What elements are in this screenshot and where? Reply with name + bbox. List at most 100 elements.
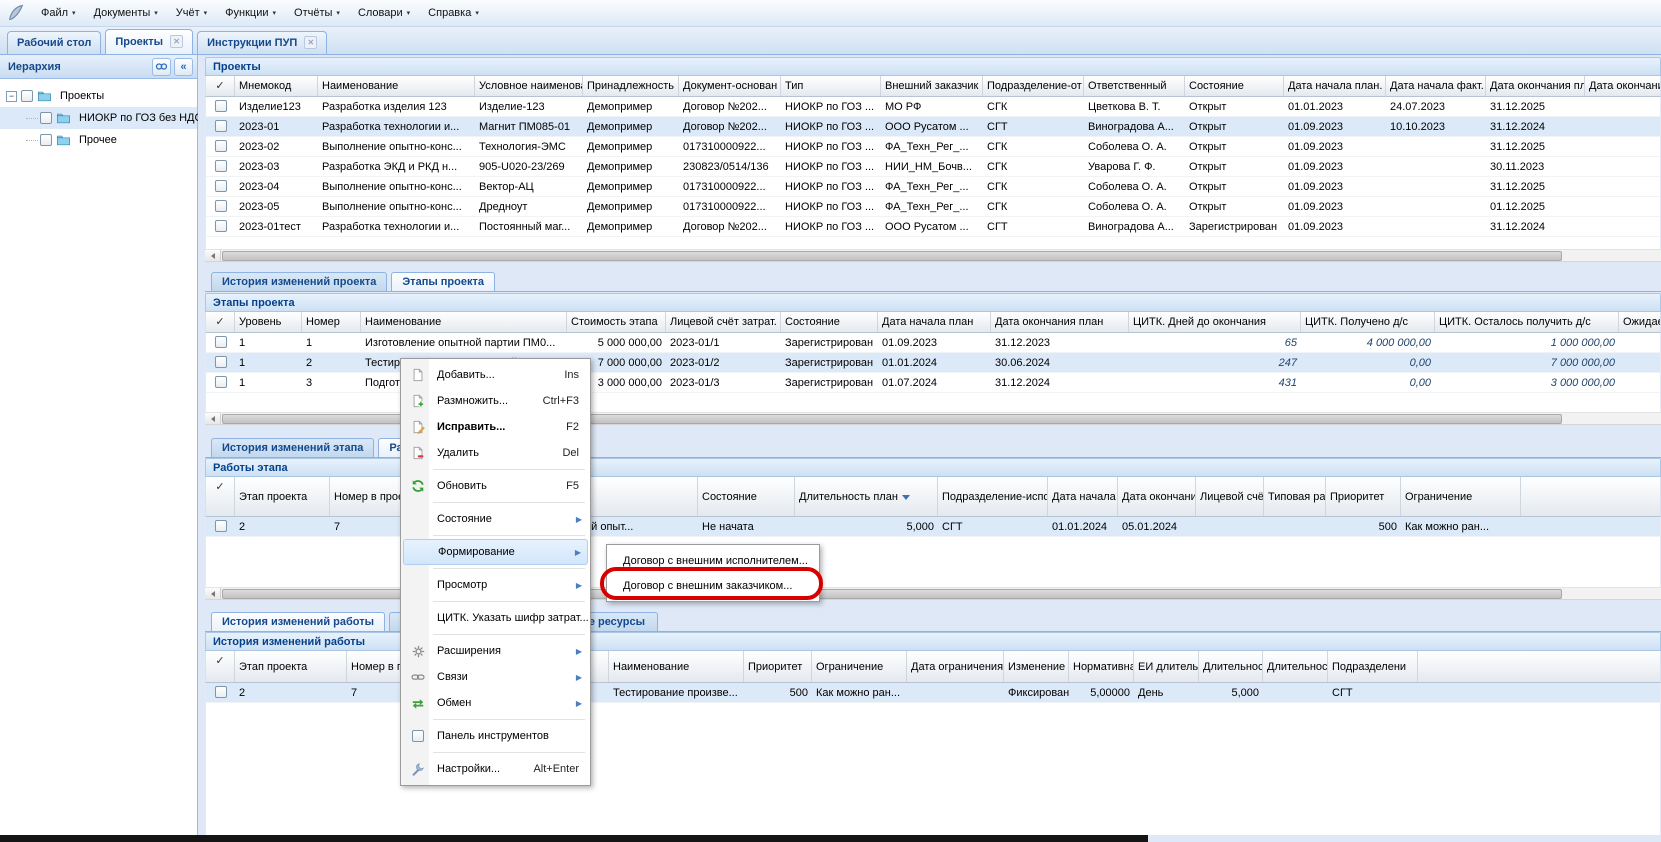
column-header[interactable]: Номер	[302, 312, 361, 332]
column-header[interactable]: Ограничение	[1401, 477, 1521, 516]
row-checkbox[interactable]	[215, 376, 227, 388]
row-checkbox[interactable]	[215, 336, 227, 348]
context-menu-item[interactable]: Состояние▶	[403, 506, 588, 532]
column-header[interactable]: Дата ограничения	[907, 651, 1004, 682]
column-header[interactable]: Приоритет	[1326, 477, 1401, 516]
menubar-item[interactable]: Учёт▾	[167, 3, 216, 23]
context-menu-item[interactable]: Исправить...F2	[403, 414, 588, 440]
close-icon[interactable]: ✕	[170, 35, 183, 48]
row-checkbox[interactable]	[215, 356, 227, 368]
column-header[interactable]: Этап проекта	[235, 477, 330, 516]
column-header[interactable]: Лицевой счёт затр	[1196, 477, 1264, 516]
column-header[interactable]: Состояние	[781, 312, 878, 332]
row-checkbox[interactable]	[215, 160, 227, 172]
context-menu-item[interactable]: Панель инструментов	[403, 723, 588, 749]
tree-item[interactable]: Прочее	[0, 129, 197, 151]
table-row[interactable]: 2023-03Разработка ЭКД и РКД н...905-U020…	[206, 157, 1660, 177]
column-header[interactable]: ЕИ длительности	[1134, 651, 1199, 682]
column-header[interactable]: Дата начала факт.	[1386, 76, 1486, 96]
search-icon[interactable]	[152, 58, 171, 76]
row-checkbox[interactable]	[215, 140, 227, 152]
context-menu-item[interactable]: ЦИТК. Указать шифр затрат...	[403, 605, 588, 631]
table-row[interactable]: 2023-02Выполнение опытно-конс...Технолог…	[206, 137, 1660, 157]
column-header[interactable]: ЦИТК. Осталось получить д/с	[1435, 312, 1619, 332]
column-header[interactable]: Состояние	[698, 477, 795, 516]
column-header[interactable]: Дата окончания план	[991, 312, 1129, 332]
column-header[interactable]: Дата окончани	[1585, 76, 1661, 96]
row-checkbox[interactable]	[215, 180, 227, 192]
column-header[interactable]: Внешний заказчик	[881, 76, 983, 96]
column-header[interactable]: Состояние	[1185, 76, 1284, 96]
column-header[interactable]: Мнемокод	[235, 76, 318, 96]
context-menu-item[interactable]: Обмен▶	[403, 690, 588, 716]
column-header[interactable]: Длительность план	[795, 477, 938, 516]
column-header[interactable]: Приоритет	[744, 651, 812, 682]
menubar-item[interactable]: Отчёты▾	[285, 3, 349, 23]
column-header[interactable]	[1521, 477, 1661, 516]
column-header[interactable]: Тип	[781, 76, 881, 96]
column-header[interactable]: Нормативная длит	[1069, 651, 1134, 682]
tree-item[interactable]: НИОКР по ГОЗ без НДС	[0, 107, 197, 129]
context-menu-item[interactable]: Связи▶	[403, 664, 588, 690]
column-header[interactable]: Принадлежность	[583, 76, 679, 96]
column-header[interactable]: Дата окончания пл	[1486, 76, 1585, 96]
tree-checkbox[interactable]	[40, 134, 52, 146]
row-checkbox[interactable]	[215, 520, 227, 532]
row-checkbox[interactable]	[215, 220, 227, 232]
column-header[interactable]: ✓	[206, 477, 235, 516]
column-header[interactable]: Подразделени	[1328, 651, 1418, 682]
collapse-left-icon[interactable]: «	[174, 58, 193, 76]
column-header[interactable]: Ответственный	[1084, 76, 1185, 96]
row-checkbox[interactable]	[215, 100, 227, 112]
tree-expander-icon[interactable]: −	[6, 91, 17, 102]
context-menu-item[interactable]: Добавить...Ins	[403, 362, 588, 388]
column-header[interactable]: Изменение длите	[1004, 651, 1069, 682]
column-header[interactable]: ЦИТК. Получено д/с	[1301, 312, 1435, 332]
column-header[interactable]: ✓	[206, 312, 235, 332]
column-header[interactable]: Дата начала план.	[1048, 477, 1118, 516]
tab-stages[interactable]: История изменений проекта	[211, 272, 387, 291]
column-header[interactable]: Длительность фак	[1263, 651, 1328, 682]
context-menu-item[interactable]: Размножить...Ctrl+F3	[403, 388, 588, 414]
table-row[interactable]: Изделие123Разработка изделия 123Изделие-…	[206, 97, 1660, 117]
tab-work_history[interactable]: История изменений работы	[211, 612, 385, 631]
menubar-item[interactable]: Файл▾	[32, 3, 85, 23]
column-header[interactable]: ✓	[206, 651, 235, 682]
column-header[interactable]: Документ-основан	[679, 76, 781, 96]
context-menu-item[interactable]: ОбновитьF5	[403, 473, 588, 499]
column-header[interactable]: Этап проекта	[235, 651, 347, 682]
row-checkbox[interactable]	[215, 120, 227, 132]
menubar-item[interactable]: Словари▾	[349, 3, 419, 23]
column-header[interactable]: Длительность пла	[1199, 651, 1263, 682]
column-header[interactable]: Дата начала план	[878, 312, 991, 332]
tree-item[interactable]: −Проекты	[0, 85, 197, 107]
column-header[interactable]: Дата начала план.	[1284, 76, 1386, 96]
column-header[interactable]: Типовая работа	[1264, 477, 1326, 516]
row-checkbox[interactable]	[215, 686, 227, 698]
menubar-item[interactable]: Справка▾	[419, 3, 488, 23]
main-tab[interactable]: Рабочий стол	[7, 31, 101, 54]
close-icon[interactable]: ✕	[304, 36, 317, 49]
scroll-left-button[interactable]	[205, 250, 221, 261]
sidebar-splitter[interactable]	[198, 55, 205, 842]
column-header[interactable]: Подразделение-от	[983, 76, 1084, 96]
column-header[interactable]: Лицевой счёт затрат.	[666, 312, 781, 332]
context-menu-item[interactable]: Формирование▶	[403, 539, 588, 565]
column-header[interactable]	[1418, 651, 1661, 682]
column-header[interactable]: Дата окончания план	[1118, 477, 1196, 516]
tree-checkbox[interactable]	[40, 112, 52, 124]
table-row[interactable]: 11Изготовление опытной партии ПМ0...5 00…	[206, 333, 1660, 353]
horizontal-scrollbar[interactable]	[205, 249, 1661, 262]
scroll-left-button[interactable]	[205, 413, 221, 424]
column-header[interactable]: ✓	[206, 76, 235, 96]
column-header[interactable]: Уровень	[235, 312, 302, 332]
scrollbar-thumb[interactable]	[222, 251, 1562, 261]
tab-stages[interactable]: Этапы проекта	[391, 272, 495, 291]
tab-works[interactable]: История изменений этапа	[211, 438, 374, 457]
main-tab[interactable]: Инструкции ПУП✕	[197, 31, 327, 54]
menubar-item[interactable]: Функции▾	[216, 3, 285, 23]
column-header[interactable]: Наименование	[609, 651, 744, 682]
table-row[interactable]: 2023-05Выполнение опытно-конс...Дредноут…	[206, 197, 1660, 217]
column-header[interactable]: Ожидае	[1619, 312, 1661, 332]
scroll-left-button[interactable]	[205, 588, 221, 599]
